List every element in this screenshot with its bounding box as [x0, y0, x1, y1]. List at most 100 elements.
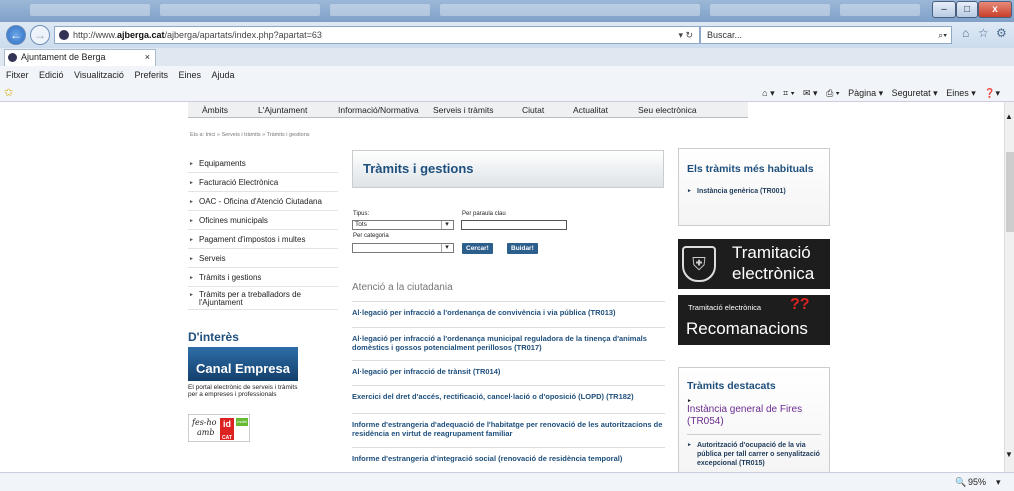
site-favicon-icon: [59, 30, 69, 40]
dinteres-heading: D'interès: [188, 330, 239, 344]
zoom-level[interactable]: 95%: [968, 473, 986, 491]
recomanacions-subtitle: Tramitació electrònica: [688, 303, 762, 312]
destacats-link-autoritzacio[interactable]: Autorització d'ocupació de la via públic…: [687, 441, 821, 468]
tramit-item[interactable]: Informe d'estrangeria d'integració socia…: [352, 447, 665, 472]
tab-strip: Ajuntament de Berga ×: [0, 48, 1014, 66]
back-button[interactable]: ←: [6, 25, 26, 45]
tab-favicon-icon: [8, 53, 17, 62]
leftnav-facturacio[interactable]: Facturació Electrònica: [188, 175, 338, 192]
question-marks-icon: ??: [790, 296, 810, 313]
menu-fitxer[interactable]: Fitxer: [6, 70, 29, 80]
leftnav-oficines[interactable]: Oficines municipals: [188, 213, 338, 230]
site-top-nav: Àmbits L'Ajuntament Informació/Normativa…: [188, 102, 748, 118]
tramitacio-line2: electrònica: [732, 264, 815, 283]
minimize-button[interactable]: –: [932, 1, 956, 18]
maximize-button[interactable]: □: [956, 1, 978, 18]
idcat-amb: amb: [197, 428, 215, 437]
menu-visualitzacio[interactable]: Visualització: [74, 70, 124, 80]
mail-icon[interactable]: ✉ ▾: [803, 88, 818, 98]
nav-seu[interactable]: Seu electrònica: [638, 102, 697, 118]
main-title-panel: Tràmits i gestions: [352, 150, 664, 188]
menu-edicio[interactable]: Edició: [39, 70, 64, 80]
address-toolbar: ← → http://www.ajberga.cat/ajberga/apart…: [0, 22, 1014, 48]
url-input[interactable]: http://www.ajberga.cat/ajberga/apartats/…: [54, 26, 700, 44]
leftnav-oac[interactable]: OAC - Oficina d'Atenció Ciutadana: [188, 194, 338, 211]
breadcrumb: Ets a: Inici » Serveis i tràmits » Tràmi…: [190, 132, 310, 138]
recomanacions-banner[interactable]: Tramitació electrònica ?? Recomanacions: [678, 295, 830, 345]
leftnav-equipaments[interactable]: Equipaments: [188, 156, 338, 173]
paraula-input[interactable]: [461, 220, 567, 230]
nav-ambits[interactable]: Àmbits: [202, 102, 228, 118]
refresh-icon[interactable]: ▾ ↻: [678, 27, 693, 43]
window-titlebar: – □ x: [0, 0, 1014, 22]
vertical-scrollbar[interactable]: ▲ ▼: [1004, 102, 1014, 472]
main-title: Tràmits i gestions: [363, 161, 474, 176]
cercar-button[interactable]: Cercar!: [462, 243, 493, 254]
menu-preferits[interactable]: Preferits: [134, 70, 168, 80]
tramitacio-line1: Tramitació: [732, 243, 811, 262]
scroll-up-icon[interactable]: ▲: [1005, 112, 1013, 121]
tipus-select[interactable]: Tots: [352, 220, 454, 230]
menu-seguretat[interactable]: Seguretat ▾: [892, 88, 938, 98]
tramit-item[interactable]: Informe d'estrangeria d'adequació de l'h…: [352, 413, 665, 447]
forward-button[interactable]: →: [30, 25, 50, 45]
menu-eines[interactable]: Eines: [178, 70, 201, 80]
menu-pagina[interactable]: Pàgina ▾: [848, 88, 883, 98]
nav-serveis[interactable]: Serveis i tràmits: [433, 102, 493, 118]
nav-actualitat[interactable]: Actualitat: [573, 102, 608, 118]
categoria-select[interactable]: [352, 243, 454, 253]
close-button[interactable]: x: [978, 1, 1012, 18]
print-icon[interactable]: ⎙ ▾: [826, 88, 839, 98]
page-viewport: Àmbits L'Ajuntament Informació/Normativa…: [0, 102, 1004, 472]
menu-eines-cmd[interactable]: Eines ▾: [946, 88, 976, 98]
search-input[interactable]: Buscar... ⌕▾: [700, 26, 952, 44]
leftnav-pagament[interactable]: Pagament d'impostos i multes: [188, 232, 338, 249]
menu-ajuda[interactable]: Ajuda: [212, 70, 235, 80]
nav-informacio[interactable]: Informació/Normativa: [338, 102, 419, 118]
idcat-banner[interactable]: fes-ho amb id CAT mòbil: [188, 414, 250, 442]
section-heading: Atenció a la ciutadania: [352, 282, 453, 293]
help-icon[interactable]: ❓▾: [984, 88, 1000, 98]
feeds-icon[interactable]: ⌗ ▾: [783, 88, 794, 98]
nav-ciutat[interactable]: Ciutat: [522, 102, 544, 118]
favorites-star-icon[interactable]: ☆: [978, 26, 989, 40]
idcat-fesho: fes-ho: [192, 418, 217, 427]
command-bar: ✩ ⌂ ▾ ⌗ ▾ ✉ ▾ ⎙ ▾ Pàgina ▾ Seguretat ▾ E…: [0, 84, 1014, 102]
destacats-title: Tràmits destacats: [687, 380, 776, 392]
tramit-item[interactable]: Al·legació per infracció a l'ordenança m…: [352, 327, 665, 360]
idcat-logo: id CAT: [220, 418, 234, 441]
destacats-box: Tràmits destacats ► Instància general de…: [678, 367, 830, 472]
habituals-box: Els tràmits més habituals Instància genè…: [678, 148, 830, 226]
berga-shield-icon: ⛨: [682, 246, 716, 282]
scroll-thumb[interactable]: [1006, 152, 1014, 232]
canal-empresa-label: Canal Empresa: [196, 361, 290, 376]
search-icon[interactable]: ⌕▾: [938, 27, 947, 43]
tipus-value: Tots: [355, 221, 367, 228]
settings-gear-icon[interactable]: ⚙: [996, 26, 1007, 40]
tab-close-icon[interactable]: ×: [145, 50, 150, 65]
tramit-item[interactable]: Al·legació per infracció a l'ordenança d…: [352, 301, 665, 327]
menu-bar: Fitxer Edició Visualització Preferits Ei…: [0, 66, 1014, 84]
home-icon[interactable]: ⌂: [962, 26, 969, 40]
tipus-label: Tipus:: [353, 211, 370, 217]
destacats-link-fires[interactable]: Instància general de Fires (TR054): [687, 404, 821, 428]
tramitacio-electronica-banner[interactable]: ⛨ Tramitació electrònica: [678, 239, 830, 289]
habituals-link[interactable]: Instància genèrica (TR001): [687, 187, 821, 196]
url-prefix: http://www.: [73, 30, 118, 40]
canal-empresa-banner[interactable]: Canal Empresa: [188, 347, 298, 381]
recomanacions-title: Recomanacions: [686, 319, 808, 338]
status-bar: 🔍 95% ▾: [0, 472, 1014, 491]
leftnav-tramits[interactable]: Tràmits i gestions: [188, 270, 338, 287]
scroll-down-icon[interactable]: ▼: [1005, 450, 1013, 459]
leftnav-serveis[interactable]: Serveis: [188, 251, 338, 268]
tramit-item[interactable]: Exercici del dret d'accés, rectificació,…: [352, 385, 665, 413]
canal-empresa-desc: El portal electrònic de serveis i tràmit…: [188, 384, 298, 398]
nav-ajuntament[interactable]: L'Ajuntament: [258, 102, 307, 118]
tab-ajuntament-berga[interactable]: Ajuntament de Berga ×: [4, 49, 156, 66]
tramit-item[interactable]: Al·legació per infracció de trànsit (TR0…: [352, 360, 665, 385]
home-cmd-icon[interactable]: ⌂ ▾: [762, 88, 774, 98]
buidar-button[interactable]: Buidar!: [507, 243, 538, 254]
leftnav-treballadors[interactable]: Tràmits per a treballadors de l'Ajuntame…: [188, 289, 338, 310]
zoom-dropdown-icon[interactable]: ▾: [996, 473, 1001, 491]
add-favorites-icon[interactable]: ✩: [4, 84, 13, 102]
